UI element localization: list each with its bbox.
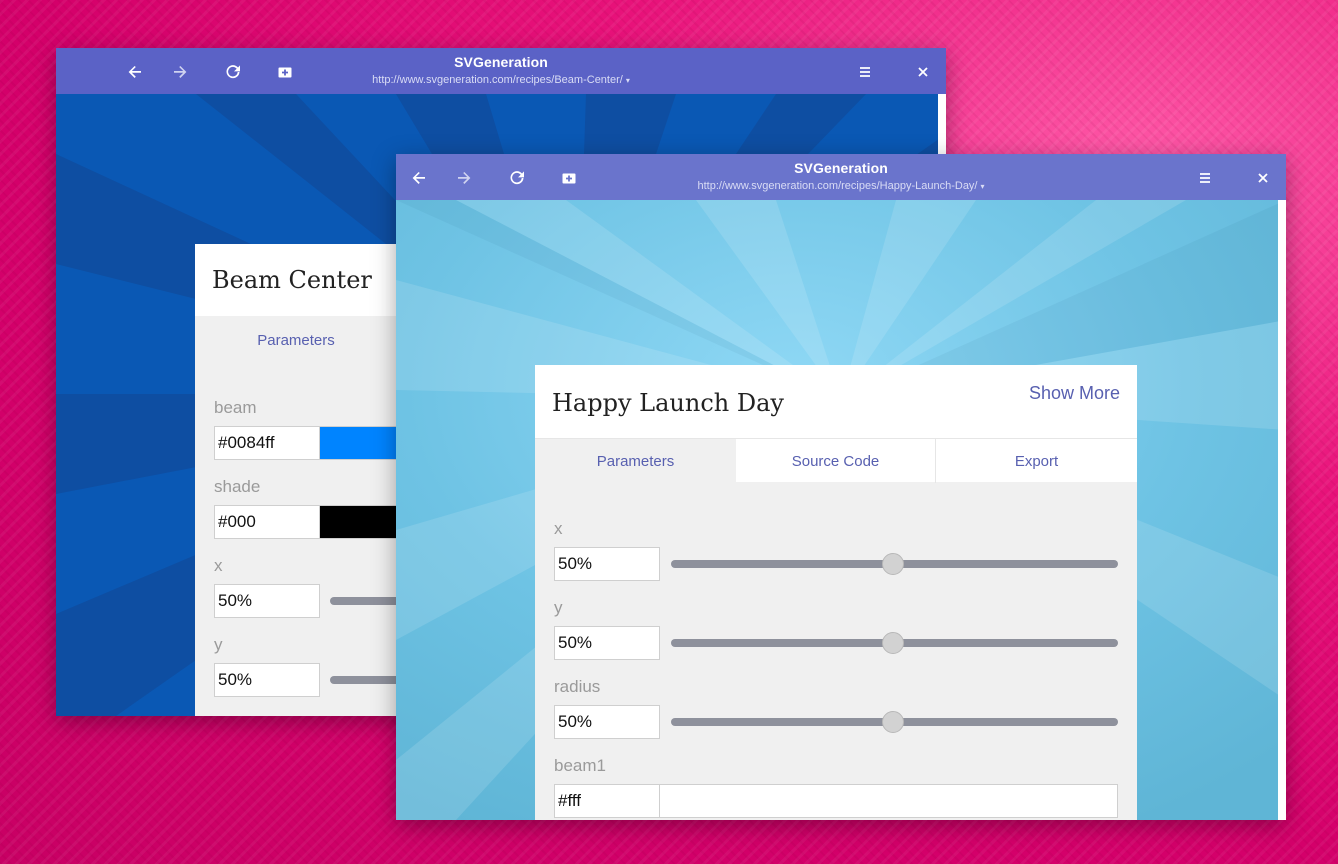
scrollbar[interactable]	[1278, 200, 1286, 820]
show-more-link[interactable]: Show More	[1029, 383, 1120, 404]
x-value-input[interactable]	[214, 584, 320, 618]
url-bar[interactable]: http://www.svgeneration.com/recipes/Happ…	[396, 180, 1286, 192]
window-title: SVGeneration	[794, 160, 888, 176]
x-value-input[interactable]	[554, 547, 660, 581]
param-label-beam1: beam1	[554, 756, 606, 775]
param-label-y: y	[554, 598, 563, 617]
close-icon[interactable]	[912, 61, 934, 83]
recipe-card: Happy Launch Day Show More Parameters So…	[535, 365, 1137, 820]
recipe-card: Beam Center Parameters beam shade x y	[195, 244, 420, 716]
close-icon[interactable]	[1252, 167, 1274, 189]
radius-value-input[interactable]	[554, 705, 660, 739]
browser-window-happy-launch-day[interactable]: SVGeneration http://www.svgeneration.com…	[396, 154, 1286, 820]
beam1-color-input[interactable]	[554, 784, 660, 818]
param-label-shade: shade	[214, 477, 261, 496]
tab-bar: Parameters Source Code Export	[535, 438, 1137, 483]
menu-icon[interactable]	[854, 61, 876, 83]
window-titlebar[interactable]: SVGeneration http://www.svgeneration.com…	[56, 48, 946, 94]
x-slider-handle[interactable]	[882, 553, 904, 575]
param-label-x: x	[554, 519, 563, 538]
param-label-beam: beam	[214, 398, 257, 417]
y-slider-handle[interactable]	[882, 632, 904, 654]
tab-parameters[interactable]: Parameters	[535, 439, 736, 483]
url-text: http://www.svgeneration.com/recipes/Happ…	[697, 180, 978, 192]
card-header: Happy Launch Day Show More	[535, 365, 1137, 438]
card-title: Happy Launch Day	[552, 389, 784, 417]
url-bar[interactable]: http://www.svgeneration.com/recipes/Beam…	[56, 74, 946, 86]
chevron-down-icon[interactable]: ▾	[981, 182, 985, 191]
beam1-color-swatch[interactable]	[659, 784, 1118, 818]
radius-slider-handle[interactable]	[882, 711, 904, 733]
menu-icon[interactable]	[1194, 167, 1216, 189]
tab-source-code[interactable]: Source Code	[736, 439, 936, 483]
y-value-input[interactable]	[214, 663, 320, 697]
card-header: Beam Center	[195, 244, 415, 316]
param-label-y: y	[214, 635, 223, 654]
beam-color-input[interactable]	[214, 426, 320, 460]
tab-parameters[interactable]: Parameters	[195, 318, 397, 362]
card-title: Beam Center	[212, 266, 372, 294]
window-title: SVGeneration	[454, 54, 548, 70]
shade-color-input[interactable]	[214, 505, 320, 539]
chevron-down-icon[interactable]: ▾	[626, 76, 630, 85]
param-label-radius: radius	[554, 677, 601, 696]
url-text: http://www.svgeneration.com/recipes/Beam…	[372, 74, 623, 86]
window-titlebar[interactable]: SVGeneration http://www.svgeneration.com…	[396, 154, 1286, 200]
tab-export[interactable]: Export	[936, 439, 1137, 483]
param-label-x: x	[214, 556, 223, 575]
y-value-input[interactable]	[554, 626, 660, 660]
page-content: Happy Launch Day Show More Parameters So…	[396, 200, 1286, 820]
